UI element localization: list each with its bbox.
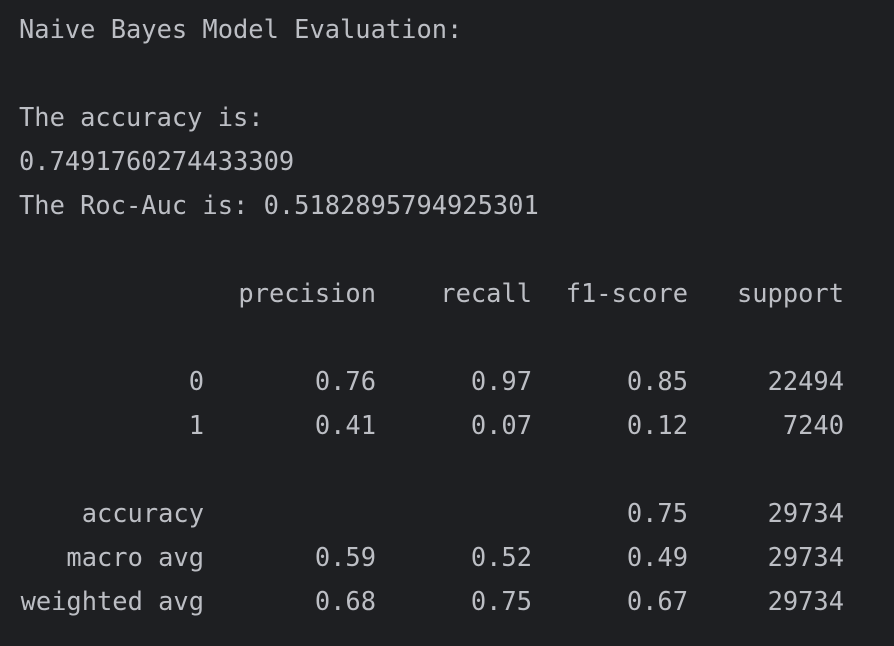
header-support: support <box>736 278 844 308</box>
header-precision: precision <box>238 278 376 308</box>
roc-auc-line: The Roc-Auc is: 0.5182895794925301 <box>19 190 539 220</box>
precision-cell: 0.59 <box>314 542 376 572</box>
support-cell: 7240 <box>782 410 844 440</box>
f1-cell: 0.67 <box>626 586 688 616</box>
console-output: Naive Bayes Model Evaluation: The accura… <box>0 0 894 646</box>
f1-cell: 0.85 <box>626 366 688 396</box>
precision-cell: 0.68 <box>314 586 376 616</box>
recall-cell: 0.07 <box>470 410 532 440</box>
summary-label: accuracy <box>81 498 204 528</box>
recall-cell: 0.75 <box>470 586 532 616</box>
precision-cell: 0.41 <box>314 410 376 440</box>
support-cell: 22494 <box>767 366 844 396</box>
f1-cell: 0.49 <box>626 542 688 572</box>
precision-cell: 0.76 <box>314 366 376 396</box>
accuracy-label: The accuracy is: <box>19 102 264 132</box>
support-cell: 29734 <box>767 542 844 572</box>
header-f1-score: f1-score <box>565 278 688 308</box>
header-recall: recall <box>440 278 532 308</box>
row-label: 1 <box>188 410 204 440</box>
accuracy-value: 0.7491760274433309 <box>19 146 295 176</box>
summary-label: macro avg <box>66 542 204 572</box>
evaluation-title: Naive Bayes Model Evaluation: <box>19 14 463 44</box>
f1-cell: 0.12 <box>626 410 688 440</box>
row-label: 0 <box>188 366 204 396</box>
support-cell: 29734 <box>767 586 844 616</box>
recall-cell: 0.52 <box>470 542 532 572</box>
f1-cell: 0.75 <box>626 498 688 528</box>
support-cell: 29734 <box>767 498 844 528</box>
summary-label: weighted avg <box>20 586 204 616</box>
recall-cell: 0.97 <box>470 366 532 396</box>
